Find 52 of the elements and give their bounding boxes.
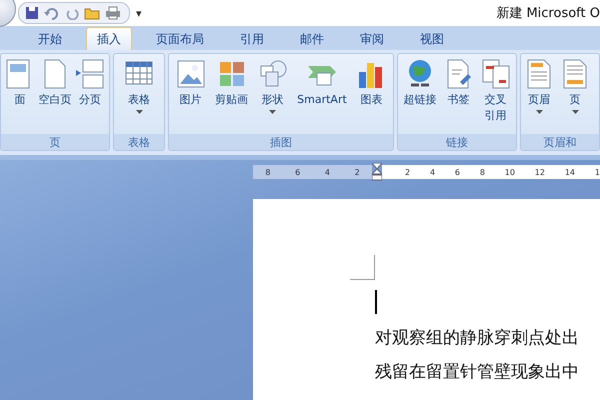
ribbon-tab[interactable]: 邮件 (282, 27, 342, 50)
ruler-number: 8 (480, 168, 485, 176)
ribbon-button[interactable]: 分页 (74, 58, 106, 134)
ribbon-button[interactable]: 空白页 (37, 58, 72, 134)
text-cursor (375, 290, 377, 314)
page-break-icon (75, 58, 106, 90)
ribbon-button[interactable]: 剪贴画 (214, 58, 250, 134)
margin-corner-mark (350, 255, 375, 280)
ruler-number: 14 (564, 168, 575, 176)
undo-icon[interactable] (44, 6, 60, 20)
ribbon-button[interactable]: 表格 (123, 58, 155, 134)
ribbon-button[interactable]: 图片 (174, 58, 207, 134)
ruler-number: 12 (534, 168, 545, 176)
ruler-number: 10 (504, 168, 515, 176)
ribbon-tab[interactable]: 插入 (86, 27, 132, 50)
ruler-number: 2 (405, 168, 410, 176)
ribbon-tab[interactable]: 视图 (402, 27, 462, 50)
ruler-number: 6 (295, 168, 300, 176)
ribbon-button[interactable]: 面 (4, 58, 36, 134)
ruler-number: 1 (594, 168, 600, 176)
ruler-number: 4 (430, 168, 436, 176)
group-label: 链接 (398, 134, 516, 150)
cross-reference-icon (480, 58, 510, 90)
ruler-number: 4 (324, 168, 330, 176)
group-label: 表格 (114, 134, 164, 150)
ribbon-tab[interactable]: 审阅 (342, 27, 402, 50)
ribbon-button[interactable]: 交叉引用 (480, 58, 512, 134)
ruler-number: 8 (265, 168, 270, 176)
ribbon-button[interactable]: 书签 (442, 58, 474, 134)
group-label: 页 (1, 134, 109, 150)
ribbon-button[interactable]: 形状 (256, 58, 289, 134)
ruler-number: 6 (454, 168, 460, 176)
group-label: 页眉和 (521, 134, 599, 150)
document-text: 残留在留置针管壁现象出中 (375, 362, 580, 382)
customize-toolbar-glyph[interactable]: ▾ (136, 6, 142, 20)
ribbon-button[interactable]: 超链接 (402, 58, 438, 134)
ribbon-tab[interactable]: 引用 (222, 27, 282, 50)
window-title: 新建 Microsoft O (496, 5, 600, 22)
ribbon-button[interactable]: SmartArt (296, 58, 348, 134)
ruler-number: 2 (354, 168, 360, 176)
indent-marker-icon[interactable] (372, 163, 382, 181)
ribbon-button[interactable]: 图表 (355, 58, 388, 134)
ribbon-tab[interactable]: 页面布局 (138, 27, 222, 50)
save-icon[interactable] (25, 6, 39, 20)
printer-icon[interactable] (105, 6, 121, 20)
ribbon-button[interactable]: 页 (559, 58, 591, 134)
ribbon-tab[interactable]: 开始 (20, 27, 80, 50)
picture-icon (176, 58, 206, 90)
ribbon-button[interactable]: 页眉 (523, 58, 555, 134)
document-text: 对观察组的静脉穿刺点处出 (375, 328, 580, 348)
group-label: 插图 (169, 134, 393, 150)
folder-icon[interactable] (84, 6, 100, 20)
